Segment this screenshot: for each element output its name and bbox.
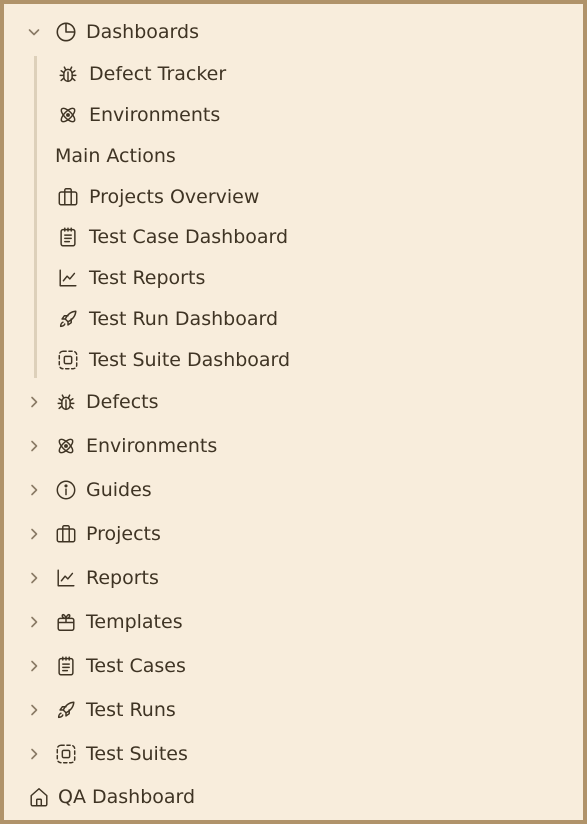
tree-item-label: QA Dashboard — [58, 786, 196, 808]
tree-item-label: Templates — [86, 611, 183, 633]
chart-line-icon — [54, 566, 78, 590]
dashed-square-icon — [56, 348, 80, 372]
tree-guide-line — [34, 56, 37, 378]
tree-item-label: Reports — [86, 567, 159, 589]
tree-child-label: Environments — [89, 104, 221, 126]
tree-item-dashboards[interactable]: Dashboards — [24, 15, 199, 49]
dashed-square-icon — [54, 742, 78, 766]
chevron-right-icon[interactable] — [24, 524, 44, 544]
tree-item-templates[interactable]: Templates — [24, 605, 183, 639]
gift-box-icon — [54, 610, 78, 634]
tree-child-test-run-dashboard[interactable]: Test Run Dashboard — [56, 302, 278, 336]
tree-child-label: Test Suite Dashboard — [89, 349, 291, 371]
tree-item-environments[interactable]: Environments — [24, 429, 217, 463]
bug-icon — [56, 62, 80, 86]
tree-child-projects-overview[interactable]: Projects Overview — [56, 180, 259, 214]
tree-item-label: Projects — [86, 523, 161, 545]
chevron-right-icon[interactable] — [24, 568, 44, 588]
atom-icon — [56, 103, 80, 127]
clipboard-icon — [54, 654, 78, 678]
tree-item-test-runs[interactable]: Test Runs — [24, 693, 176, 727]
tree-item-guides[interactable]: Guides — [24, 473, 152, 507]
chevron-down-icon[interactable] — [24, 22, 44, 42]
tree-item-test-cases[interactable]: Test Cases — [24, 649, 186, 683]
tree-item-qa-dashboard[interactable]: QA Dashboard — [27, 780, 195, 814]
tree-child-label: Test Case Dashboard — [89, 226, 289, 248]
chevron-right-icon[interactable] — [24, 436, 44, 456]
tree-item-label: Dashboards — [86, 21, 199, 43]
home-icon — [27, 785, 51, 809]
tree-child-test-reports[interactable]: Test Reports — [56, 261, 205, 295]
tree-item-reports[interactable]: Reports — [24, 561, 159, 595]
tree-item-label: Test Runs — [86, 699, 176, 721]
tree-child-label: Test Reports — [89, 267, 206, 289]
chart-line-icon — [56, 266, 80, 290]
tree-child-environments[interactable]: Environments — [56, 98, 220, 132]
chevron-right-icon[interactable] — [24, 656, 44, 676]
briefcase-icon — [54, 522, 78, 546]
tree-item-label: Test Suites — [86, 743, 188, 765]
tree-item-test-suites[interactable]: Test Suites — [24, 737, 188, 771]
tree-item-defects[interactable]: Defects — [24, 385, 159, 419]
tree-child-label: Test Run Dashboard — [89, 308, 279, 330]
clipboard-icon — [56, 225, 80, 249]
tree-child-test-case-dashboard[interactable]: Test Case Dashboard — [56, 220, 288, 254]
tree-child-test-suite-dashboard[interactable]: Test Suite Dashboard — [56, 343, 290, 377]
pie-chart-icon — [54, 20, 78, 44]
tree-child-label: Defect Tracker — [89, 63, 227, 85]
tree-child-main-actions[interactable]: Main Actions — [55, 139, 176, 173]
sidebar-tree: Dashboards Defect Tracker Environments M… — [0, 0, 587, 824]
tree-item-label: Guides — [86, 479, 152, 501]
chevron-right-icon[interactable] — [24, 700, 44, 720]
tree-item-label: Test Cases — [86, 655, 186, 677]
tree-item-label: Environments — [86, 435, 218, 457]
rocket-icon — [56, 307, 80, 331]
tree-child-defect-tracker[interactable]: Defect Tracker — [56, 57, 226, 91]
tree-item-label: Defects — [86, 391, 159, 413]
rocket-icon — [54, 698, 78, 722]
bug-icon — [54, 390, 78, 414]
chevron-right-icon[interactable] — [24, 612, 44, 632]
tree-child-label: Projects Overview — [89, 186, 260, 208]
briefcase-icon — [56, 185, 80, 209]
chevron-right-icon[interactable] — [24, 392, 44, 412]
tree-child-label: Main Actions — [55, 145, 176, 167]
tree-item-projects[interactable]: Projects — [24, 517, 161, 551]
info-icon — [54, 478, 78, 502]
atom-icon — [54, 434, 78, 458]
chevron-right-icon[interactable] — [24, 744, 44, 764]
chevron-right-icon[interactable] — [24, 480, 44, 500]
